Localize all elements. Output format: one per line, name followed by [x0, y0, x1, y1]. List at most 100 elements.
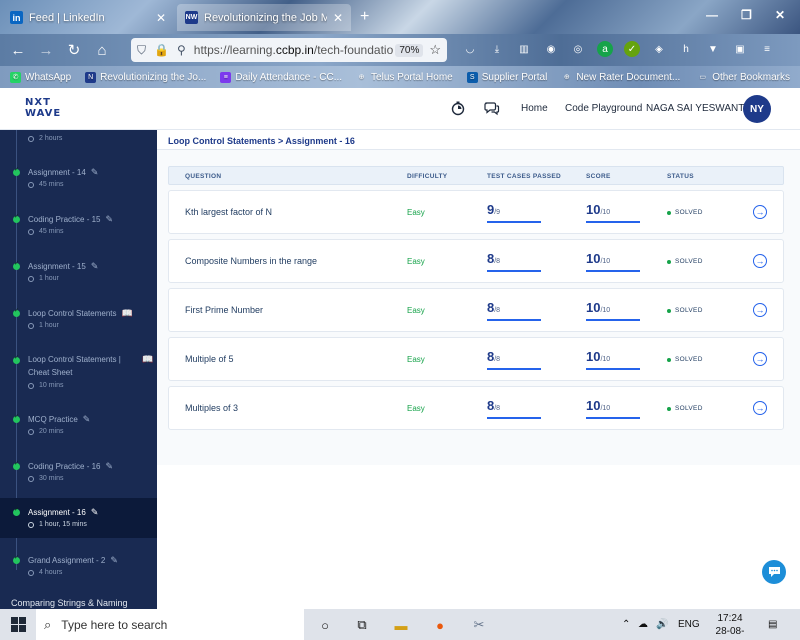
arrow-right-circle-icon[interactable]: →: [753, 352, 767, 366]
question-title[interactable]: Multiples of 3: [185, 403, 238, 413]
bookmark-attendance[interactable]: ≡ Daily Attendance - CC...: [220, 71, 342, 83]
bookmark-supplier[interactable]: S Supplier Portal: [466, 71, 547, 83]
score: 10/10: [586, 349, 640, 370]
sidebar-item-coding-practice-16[interactable]: Coding Practice - 16✎ 30 mins: [0, 454, 157, 492]
task-view-icon[interactable]: ⧉: [353, 616, 371, 634]
question-title[interactable]: Multiple of 5: [185, 354, 234, 364]
sidebar-next-section[interactable]: Comparing Strings & Naming: [11, 598, 128, 608]
user-name[interactable]: NAGA SAI YESWANTH: [646, 103, 752, 114]
extension-h-icon[interactable]: h: [678, 41, 694, 57]
menu-icon[interactable]: ≡: [759, 41, 775, 57]
arrow-right-circle-icon[interactable]: →: [753, 401, 767, 415]
sidebar-item-prev[interactable]: 2 hours: [0, 130, 157, 152]
cortana-icon[interactable]: ○: [316, 616, 334, 634]
tray-chevron-icon[interactable]: ⌃: [622, 619, 630, 630]
url-text[interactable]: https://learning.ccbp.in/tech-foundatio: [194, 43, 396, 57]
clock-icon: [28, 322, 34, 329]
arrow-right-circle-icon[interactable]: →: [753, 254, 767, 268]
firefox-icon[interactable]: ●: [431, 616, 449, 634]
clock-icon: [28, 382, 34, 389]
table-row[interactable]: Multiples of 3 Easy 8/8 10/10 SOLVED →: [168, 386, 784, 430]
pencil-icon: ✎: [82, 414, 91, 424]
breadcrumb[interactable]: Loop Control Statements > Assignment - 1…: [168, 136, 355, 146]
sidebar-item-assignment-16[interactable]: Assignment - 16✎ 1 hour, 15 mins: [0, 498, 157, 538]
bookmark-nxtwave[interactable]: N Revolutionizing the Jo...: [85, 71, 206, 83]
shield-icon[interactable]: ⛉: [137, 43, 146, 58]
notifications-icon[interactable]: ▤: [768, 619, 777, 630]
sidebar-item-title: Assignment - 14 ✎: [28, 167, 99, 177]
status-badge: SOLVED: [667, 258, 703, 265]
extension-grammar-icon[interactable]: ✓: [624, 41, 640, 57]
sidebar-item-mcq-practice[interactable]: MCQ Practice✎ 20 mins: [0, 407, 157, 445]
bookmark-telus[interactable]: ⊕ Telus Portal Home: [356, 72, 453, 83]
other-bookmarks[interactable]: ▭ Other Bookmarks: [697, 72, 790, 83]
system-clock[interactable]: 17:24 28-08-2021: [706, 612, 754, 640]
start-button[interactable]: [0, 609, 36, 640]
permissions-icon[interactable]: ⚲: [177, 43, 186, 57]
extension-shot-icon[interactable]: ▣: [732, 41, 748, 57]
arrow-right-circle-icon[interactable]: →: [753, 205, 767, 219]
download-icon[interactable]: ⤓: [489, 41, 505, 57]
library-icon[interactable]: ▥: [516, 41, 532, 57]
app-header: NXT WAVE Home Code Playground NAGA SAI Y…: [0, 88, 800, 130]
home-link[interactable]: Home: [521, 103, 548, 114]
volume-icon[interactable]: 🔊: [656, 619, 668, 630]
minimize-icon[interactable]: —: [706, 8, 718, 22]
streak-timer-icon[interactable]: [450, 100, 466, 116]
snipping-tool-icon[interactable]: ✂: [470, 616, 488, 634]
new-tab-icon[interactable]: +: [360, 8, 369, 26]
reload-icon[interactable]: ↻: [60, 41, 88, 59]
avatar[interactable]: NY: [743, 95, 771, 123]
extension-a-icon[interactable]: a: [597, 41, 613, 57]
bookmark-star-icon[interactable]: ☆: [429, 42, 441, 58]
extension-shield-icon[interactable]: ▼: [705, 41, 721, 57]
maximize-icon[interactable]: ❐: [741, 8, 752, 22]
sidebar-item-title-2: Cheat Sheet: [28, 368, 73, 377]
extension-eye-icon[interactable]: ◎: [570, 41, 586, 57]
sidebar-item-coding-practice-15[interactable]: Coding Practice - 15✎ 45 mins: [0, 207, 157, 245]
bookmark-rater[interactable]: ⊕ New Rater Document...: [561, 72, 680, 83]
pocket-icon[interactable]: ◡: [462, 41, 478, 57]
column-question: QUESTION: [185, 173, 222, 180]
sidebar-item-grand-assignment-2[interactable]: Grand Assignment - 2✎ 4 hours: [0, 548, 157, 586]
sidebar-item-cheat-sheet[interactable]: Loop Control Statements | Cheat Sheet 📖 …: [0, 348, 157, 396]
code-playground-link[interactable]: Code Playground: [565, 103, 642, 114]
table-row[interactable]: First Prime Number Easy 8/8 10/10 SOLVED →: [168, 288, 784, 332]
status-dot-icon: [667, 259, 671, 264]
back-icon[interactable]: ←: [4, 42, 32, 59]
nxtwave-logo[interactable]: NXT WAVE: [25, 97, 61, 119]
close-tab-icon[interactable]: ✕: [333, 11, 343, 25]
onedrive-icon[interactable]: ☁: [638, 619, 648, 630]
tab-nxtwave[interactable]: NW Revolutionizing the Job Marke ✕: [177, 4, 351, 31]
file-explorer-icon[interactable]: ▬: [392, 616, 410, 634]
table-row[interactable]: Multiple of 5 Easy 8/8 10/10 SOLVED →: [168, 337, 784, 381]
sidebar-item-assignment-14[interactable]: Assignment - 14✎ 45 mins: [0, 160, 157, 198]
sidebar-item-assignment-15[interactable]: Assignment - 15✎ 1 hour: [0, 254, 157, 292]
nxtwave-icon: NW: [185, 11, 198, 24]
tab-linkedin[interactable]: in Feed | LinkedIn ✕: [2, 4, 174, 31]
sync-icon[interactable]: ◉: [543, 41, 559, 57]
close-tab-icon[interactable]: ✕: [156, 11, 166, 25]
home-icon[interactable]: ⌂: [88, 42, 116, 59]
address-bar[interactable]: ⛉ 🔒 ⚲ https://learning.ccbp.in/tech-foun…: [131, 38, 447, 62]
arrow-right-circle-icon[interactable]: →: [753, 303, 767, 317]
forward-icon[interactable]: →: [32, 42, 60, 59]
zoom-level[interactable]: 70%: [395, 43, 424, 57]
discussion-icon[interactable]: [484, 100, 500, 116]
sidebar-item-loop-control-statements[interactable]: Loop Control Statements📖 1 hour: [0, 301, 157, 339]
table-row[interactable]: Composite Numbers in the range Easy 8/8 10/…: [168, 239, 784, 283]
total-count: /8: [494, 307, 501, 314]
lock-icon[interactable]: 🔒: [154, 43, 169, 57]
chat-support-button[interactable]: [762, 560, 786, 584]
bookmark-whatsapp[interactable]: ✆ WhatsApp: [10, 71, 71, 83]
score-value: 10: [586, 300, 601, 315]
column-test-cases: TEST CASES PASSED: [487, 173, 561, 180]
question-title[interactable]: Composite Numbers in the range: [185, 256, 317, 266]
taskbar-search[interactable]: ⌕ Type here to search: [36, 609, 304, 640]
language-indicator[interactable]: ENG: [678, 619, 700, 630]
question-title[interactable]: Kth largest factor of N: [185, 207, 272, 217]
extension-puzzle-icon[interactable]: ◈: [651, 41, 667, 57]
question-title[interactable]: First Prime Number: [185, 305, 263, 315]
table-row[interactable]: Kth largest factor of N Easy 9/9 10/10 SOLVE…: [168, 190, 784, 234]
close-window-icon[interactable]: ✕: [775, 8, 785, 22]
